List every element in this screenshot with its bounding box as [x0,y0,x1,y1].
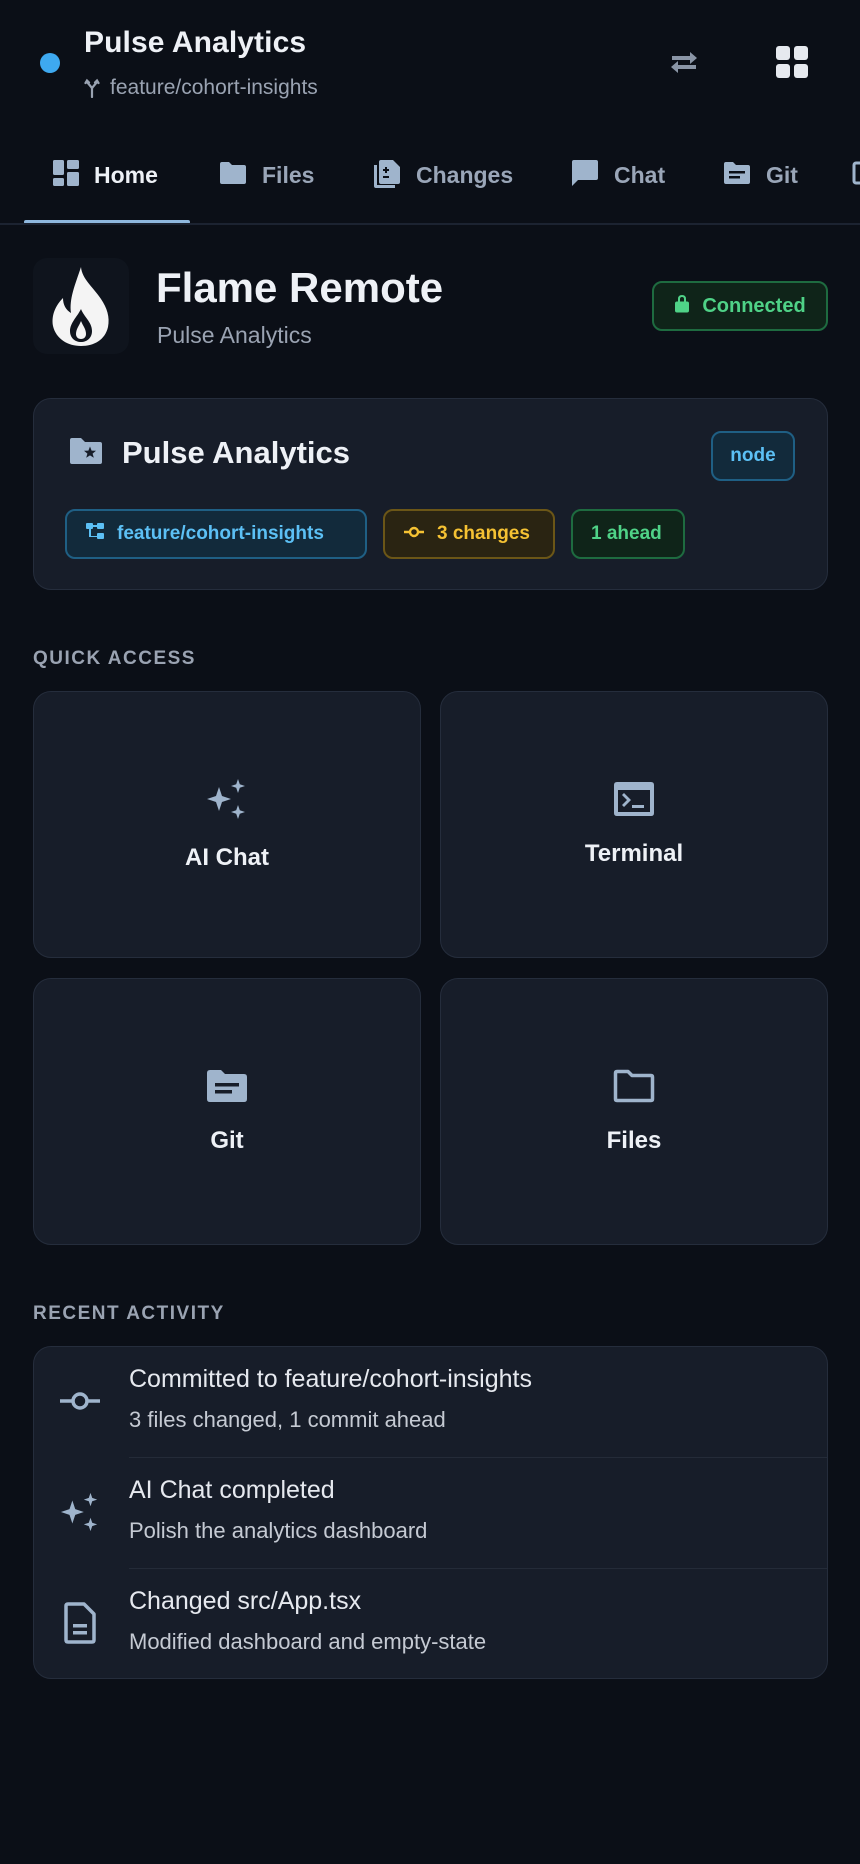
tab-bar: Home Files Changes Chat Git [0,128,860,225]
ahead-chip[interactable]: 1 ahead [571,509,685,559]
project-card[interactable]: Pulse Analytics node feature/cohort-insi… [33,398,828,590]
swap-horiz-icon [668,50,700,79]
activity-subtitle: 3 files changed, 1 commit ahead [129,1407,446,1432]
tab-chat[interactable]: Chat [570,128,665,223]
branch-chip-label: feature/cohort-insights [117,523,324,544]
tab-git-label: Git [766,162,798,188]
git-folder-icon [205,1068,249,1109]
changes-chip-label: 3 changes [437,523,530,544]
folder-outline-icon [612,1068,656,1109]
hero-subtitle: Pulse Analytics [157,322,312,348]
commit-icon [56,1377,104,1425]
tab-chat-label: Chat [614,162,666,188]
dashboard-icon [52,159,80,193]
terminal-icon [852,160,860,192]
hero-title: Flame Remote [156,264,444,311]
quick-access-label: Terminal [584,840,684,867]
activity-title: Committed to feature/cohort-insights [129,1365,532,1393]
recent-activity-list: Committed to feature/cohort-insights 3 f… [33,1346,828,1679]
branch-tree-icon [85,521,105,547]
sparkles-icon [56,1488,104,1536]
runtime-badge: node [711,431,795,481]
connection-status-label: Connected [702,294,806,317]
activity-title: Changed src/App.tsx [129,1587,362,1615]
tab-files-label: Files [262,162,315,188]
switch-project-button[interactable] [660,40,708,88]
starred-folder-icon [68,436,104,471]
activity-item[interactable]: Committed to feature/cohort-insights 3 f… [34,1347,827,1457]
tab-changes[interactable]: Changes [372,128,513,223]
apps-grid-button[interactable] [768,40,816,88]
active-tab-indicator [24,220,190,223]
changes-chip[interactable]: 3 changes [383,509,555,559]
git-branch-icon [84,78,100,98]
header-branch-label: feature/cohort-insights [110,76,318,99]
app-header: Pulse Analytics feature/cohort-insights [0,0,860,128]
flame-logo [33,258,129,354]
tab-home-label: Home [94,162,158,188]
project-name: Pulse Analytics [122,435,351,470]
activity-subtitle: Modified dashboard and empty-state [129,1629,487,1654]
app-title: Pulse Analytics [84,26,307,59]
diff-icon [372,158,402,194]
quick-access-label: Files [606,1127,662,1154]
chat-icon [570,158,600,194]
status-dot [40,53,60,73]
sparkles-icon [205,777,249,826]
document-icon [56,1599,104,1647]
tab-files[interactable]: Files [218,128,314,223]
lock-icon [674,293,690,319]
quick-access-ai-chat[interactable]: AI Chat [33,691,421,958]
terminal-icon [613,781,655,822]
activity-item[interactable]: Changed src/App.tsx Modified dashboard a… [34,1569,827,1678]
connection-status-badge: Connected [652,281,828,331]
folder-icon [218,160,248,192]
quick-access-terminal[interactable]: Terminal [440,691,828,958]
quick-access-label: Git [210,1127,244,1154]
activity-subtitle: Polish the analytics dashboard [129,1518,428,1543]
tab-home[interactable]: Home [52,128,158,223]
branch-chip[interactable]: feature/cohort-insights [65,509,367,559]
commit-icon [403,523,425,545]
project-chips: feature/cohort-insights 3 changes 1 ahea… [65,509,685,559]
git-folder-icon [722,160,752,192]
quick-access-heading: QUICK ACCESS [33,648,196,669]
activity-title: AI Chat completed [129,1476,335,1504]
tab-terminal-partial[interactable] [852,128,860,223]
quick-access-files[interactable]: Files [440,978,828,1245]
recent-activity-heading: RECENT ACTIVITY [33,1303,225,1324]
tab-git[interactable]: Git [722,128,798,223]
project-header: Pulse Analytics [68,435,350,471]
activity-item[interactable]: AI Chat completed Polish the analytics d… [34,1458,827,1568]
quick-access-git[interactable]: Git [33,978,421,1245]
quick-access-label: AI Chat [185,844,269,871]
apps-grid-icon [775,45,809,84]
tab-changes-label: Changes [416,162,514,188]
ahead-chip-label: 1 ahead [591,523,662,544]
header-branch: feature/cohort-insights [84,76,318,100]
